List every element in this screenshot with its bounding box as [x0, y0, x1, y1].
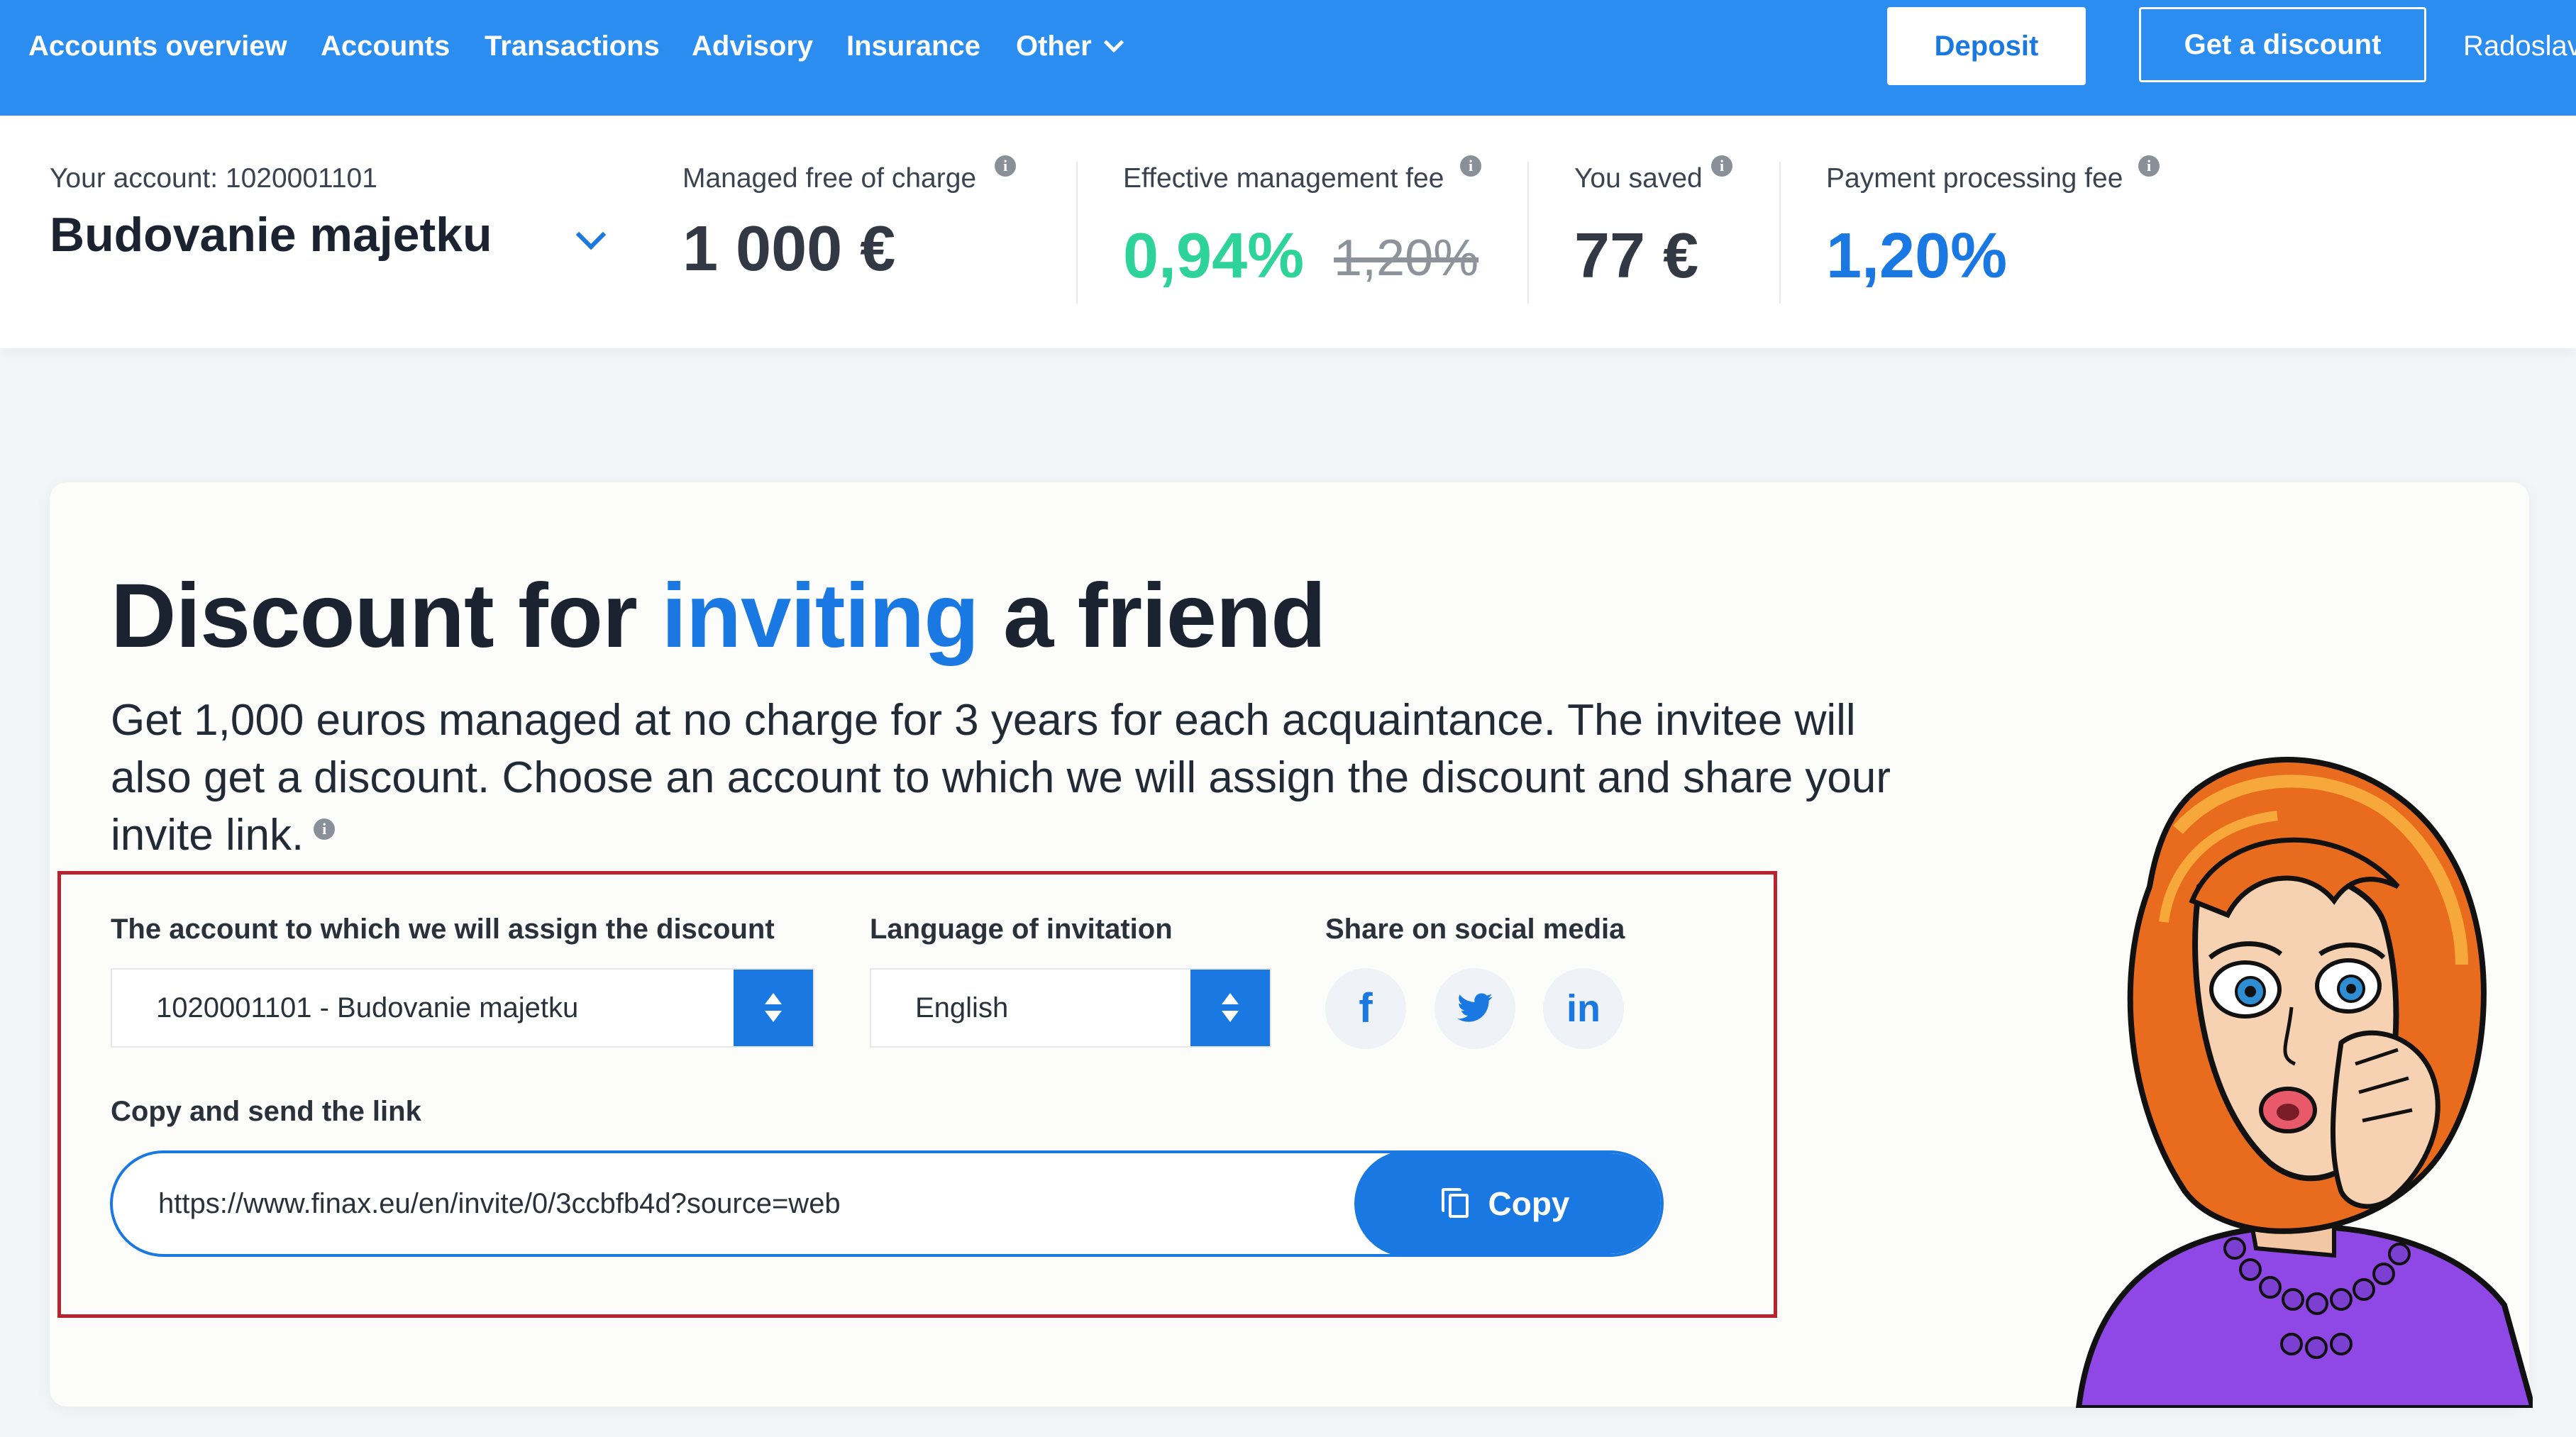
- invite-link-value[interactable]: https://www.finax.eu/en/invite/0/3ccbfb4…: [158, 1153, 841, 1254]
- info-icon[interactable]: i: [2138, 155, 2160, 177]
- nav-transactions[interactable]: Transactions: [485, 26, 660, 67]
- nav-other[interactable]: Other: [1016, 26, 1092, 67]
- divider: [1779, 162, 1781, 304]
- title-highlight: inviting: [661, 565, 979, 667]
- twitter-icon[interactable]: [1435, 968, 1515, 1049]
- select-arrows-icon[interactable]: [1190, 970, 1270, 1046]
- you-saved-label: You saved: [1574, 163, 1703, 194]
- you-saved-value: 77 €: [1574, 221, 1699, 292]
- effective-fee-value: 0,94%: [1123, 221, 1305, 292]
- nav-accounts[interactable]: Accounts: [321, 26, 450, 67]
- invite-description: Get 1,000 euros managed at no charge for…: [111, 692, 1913, 864]
- copy-icon: [1441, 1188, 1469, 1218]
- page-title: Discount for inviting a friend: [111, 564, 1326, 668]
- discount-account-label: The account to which we will assign the …: [111, 914, 775, 945]
- title-text: a friend: [978, 565, 1326, 667]
- payment-fee-label: Payment processing fee: [1826, 163, 2123, 194]
- nav-insurance[interactable]: Insurance: [846, 26, 980, 67]
- description-text: Get 1,000 euros managed at no charge for…: [111, 696, 1891, 860]
- payment-fee-value: 1,20%: [1826, 221, 2008, 292]
- nav-accounts-overview[interactable]: Accounts overview: [28, 26, 287, 67]
- linkedin-icon[interactable]: in: [1543, 968, 1624, 1049]
- divider: [1076, 162, 1078, 304]
- copy-button-label: Copy: [1488, 1185, 1570, 1222]
- divider: [1527, 162, 1529, 304]
- facebook-icon[interactable]: f: [1325, 968, 1406, 1049]
- deposit-button[interactable]: Deposit: [1887, 7, 2086, 85]
- discount-account-select[interactable]: 1020001101 - Budovanie majetku: [111, 968, 814, 1048]
- select-arrows-icon[interactable]: [734, 970, 813, 1046]
- account-number-label: Your account: 1020001101: [50, 163, 377, 194]
- managed-free-value: 1 000 €: [682, 213, 896, 284]
- nav-advisory[interactable]: Advisory: [692, 26, 813, 67]
- managed-free-label: Managed free of charge: [682, 163, 977, 194]
- effective-fee-label: Effective management fee: [1123, 163, 1444, 194]
- language-label: Language of invitation: [870, 914, 1173, 945]
- original-fee-value: 1,20%: [1334, 230, 1479, 287]
- copy-button[interactable]: Copy: [1354, 1153, 1661, 1254]
- select-value: 1020001101 - Budovanie majetku: [156, 992, 579, 1023]
- language-select[interactable]: English: [870, 968, 1271, 1048]
- top-navigation: Accounts overview Accounts Transactions …: [0, 0, 2576, 116]
- select-value: English: [915, 992, 1009, 1023]
- get-discount-button[interactable]: Get a discount: [2139, 7, 2426, 82]
- info-icon[interactable]: i: [995, 155, 1016, 177]
- chevron-down-icon[interactable]: [1103, 32, 1124, 53]
- woman-illustration: [2075, 757, 2533, 1408]
- account-name[interactable]: Budovanie majetku: [50, 207, 492, 262]
- copy-link-label: Copy and send the link: [111, 1096, 421, 1127]
- user-menu[interactable]: Radoslav: [2463, 26, 2576, 67]
- title-text: Discount for: [111, 565, 662, 667]
- info-icon[interactable]: i: [1460, 155, 1481, 177]
- info-icon[interactable]: i: [314, 819, 336, 840]
- info-icon[interactable]: i: [1711, 155, 1732, 177]
- share-label: Share on social media: [1325, 914, 1625, 945]
- invite-link-field[interactable]: https://www.finax.eu/en/invite/0/3ccbfb4…: [110, 1150, 1664, 1257]
